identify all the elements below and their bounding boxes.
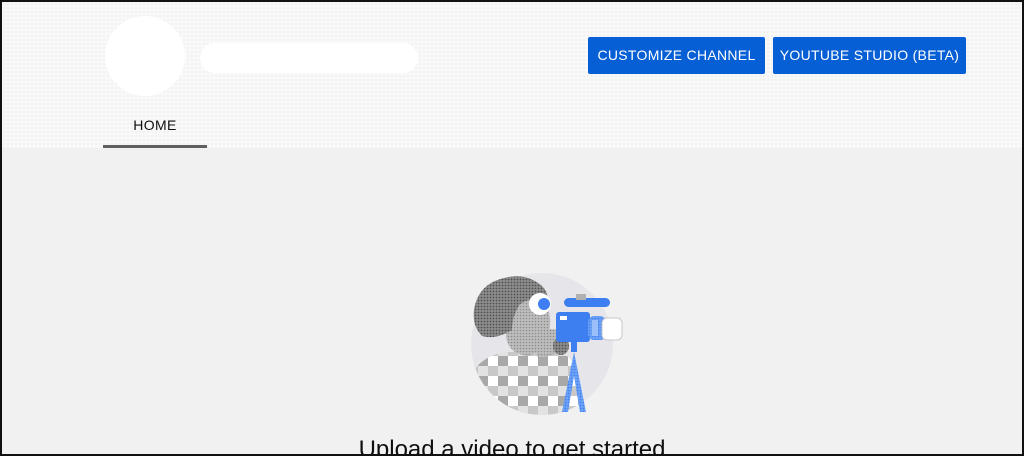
empty-state-title: Upload a video to get started bbox=[358, 436, 666, 456]
youtube-studio-button[interactable]: YOUTUBE STUDIO (BETA) bbox=[773, 37, 966, 74]
tab-selected-indicator bbox=[103, 145, 207, 148]
channel-name-redacted bbox=[200, 43, 418, 73]
tab-home[interactable]: HOME bbox=[103, 112, 207, 148]
youtube-channel-page: CUSTOMIZE CHANNEL YOUTUBE STUDIO (BETA) … bbox=[0, 0, 1024, 456]
videographer-with-camera-illustration bbox=[471, 273, 623, 415]
tab-home-label: HOME bbox=[133, 117, 177, 133]
channel-avatar[interactable] bbox=[105, 16, 185, 96]
channel-header: CUSTOMIZE CHANNEL YOUTUBE STUDIO (BETA) … bbox=[2, 2, 1022, 148]
customize-channel-button[interactable]: CUSTOMIZE CHANNEL bbox=[588, 37, 765, 74]
